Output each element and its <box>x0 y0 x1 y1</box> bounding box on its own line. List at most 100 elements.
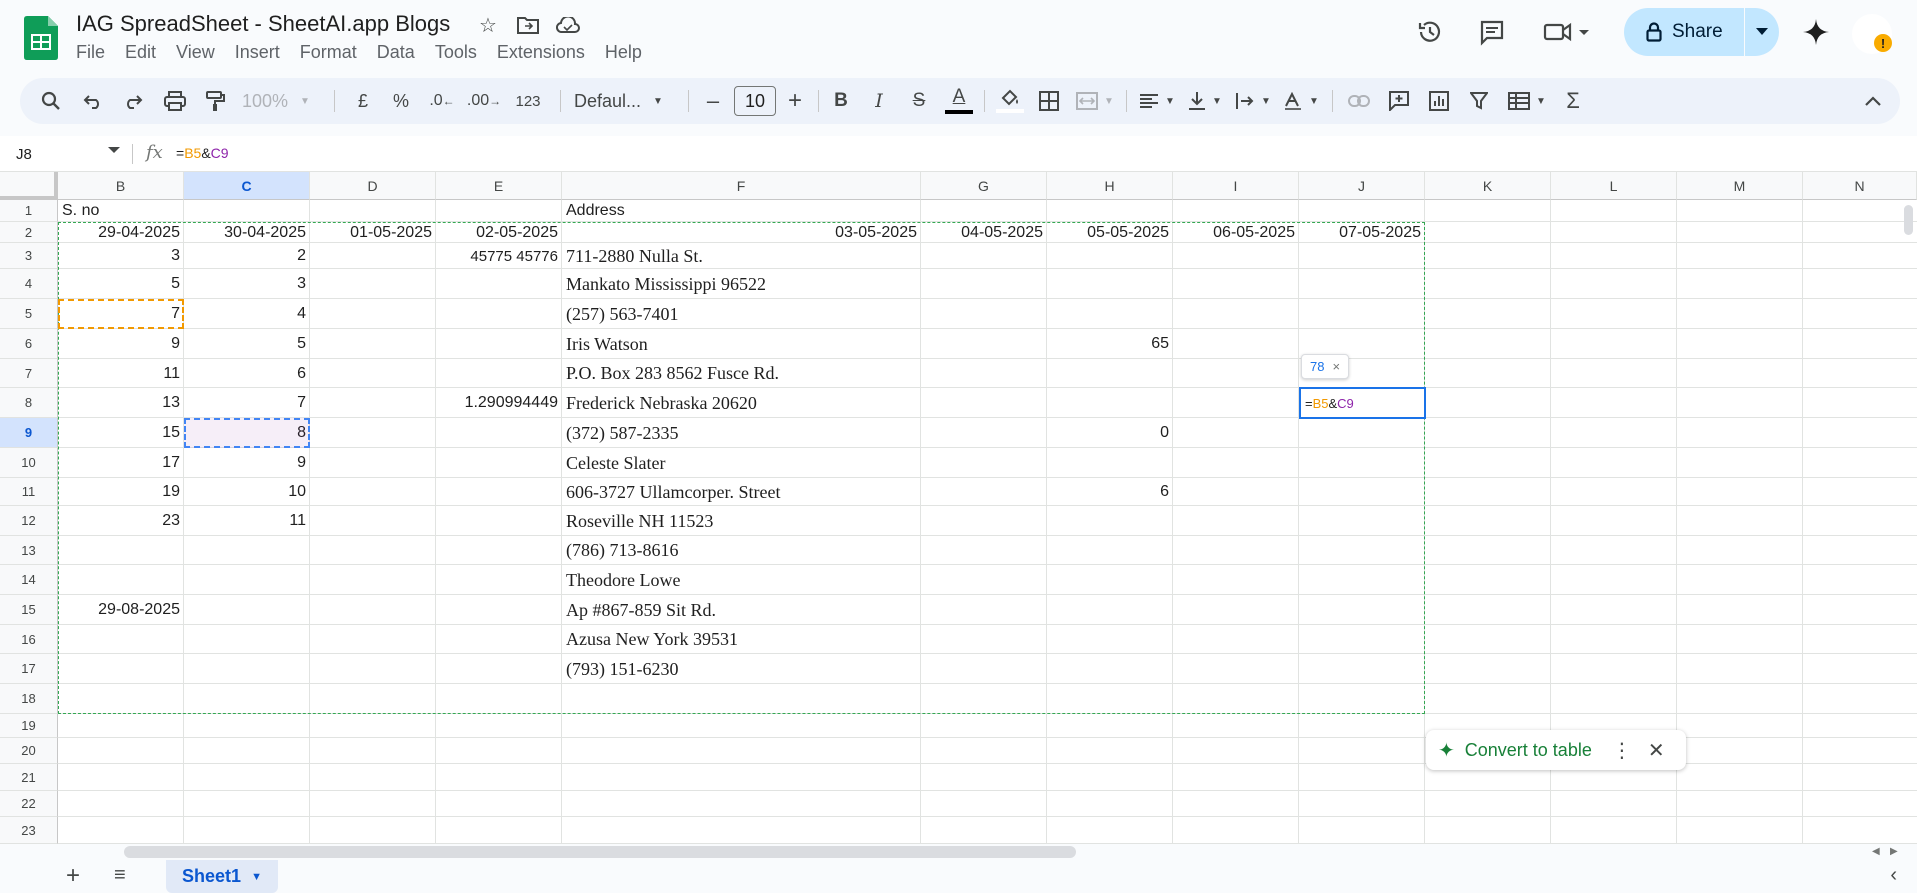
menu-help[interactable]: Help <box>605 40 652 65</box>
document-title[interactable]: IAG SpreadSheet - SheetAI.app Blogs <box>76 11 450 37</box>
cell-b3[interactable]: 3 <box>58 243 184 269</box>
horizontal-align-icon[interactable]: ▼ <box>1134 78 1180 124</box>
column-header-h[interactable]: H <box>1047 172 1173 200</box>
collapse-sidebar-icon[interactable]: ‹ <box>1890 864 1897 887</box>
fill-color-icon[interactable] <box>992 78 1028 124</box>
cell-h9[interactable]: 0 <box>1047 418 1173 448</box>
cell-f5[interactable]: (257) 563-7401 <box>562 299 921 329</box>
formula-input[interactable]: =B5&C9 <box>176 145 229 161</box>
cell-c5[interactable]: 4 <box>184 299 310 329</box>
scroll-left-icon[interactable]: ◀ <box>1872 846 1880 857</box>
cell-e2[interactable]: 02-05-2025 <box>436 222 562 243</box>
name-box[interactable]: J8 <box>16 141 124 167</box>
cell-c4[interactable]: 3 <box>184 269 310 299</box>
cell-c7[interactable]: 6 <box>184 359 310 388</box>
borders-icon[interactable] <box>1032 78 1066 124</box>
row-header-7[interactable]: 7 <box>0 359 58 388</box>
functions-button[interactable]: Σ <box>1556 78 1590 124</box>
cell-f7[interactable]: P.O. Box 283 8562 Fusce Rd. <box>562 359 921 388</box>
vertical-align-icon[interactable]: ▼ <box>1182 78 1228 124</box>
column-header-j[interactable]: J <box>1299 172 1425 200</box>
font-family-select[interactable]: Defaul... ▼ <box>574 78 686 124</box>
close-icon[interactable]: × <box>1332 359 1340 374</box>
convert-to-table-button[interactable]: Convert to table <box>1465 740 1592 761</box>
row-header-10[interactable]: 10 <box>0 448 58 478</box>
cell-f14[interactable]: Theodore Lowe <box>562 565 921 595</box>
row-header-16[interactable]: 16 <box>0 625 58 654</box>
menu-view[interactable]: View <box>176 40 225 65</box>
cell-b2[interactable]: 29-04-2025 <box>58 222 184 243</box>
row-header-23[interactable]: 23 <box>0 817 58 844</box>
row-header-21[interactable]: 21 <box>0 764 58 791</box>
scroll-right-icon[interactable]: ▶ <box>1890 846 1898 857</box>
row-header-9[interactable]: 9 <box>0 418 58 448</box>
row-header-8[interactable]: 8 <box>0 388 58 418</box>
account-avatar[interactable]: ! <box>1852 14 1892 54</box>
cell-f13[interactable]: (786) 713-8616 <box>562 536 921 565</box>
close-icon[interactable]: ✕ <box>1648 738 1665 763</box>
cell-h11[interactable]: 6 <box>1047 478 1173 506</box>
column-header-d[interactable]: D <box>310 172 436 200</box>
cell-f6[interactable]: Iris Watson <box>562 329 921 359</box>
cell-f10[interactable]: Celeste Slater <box>562 448 921 478</box>
meet-icon[interactable] <box>1538 8 1598 56</box>
cell-e8[interactable]: 1.290994449 <box>436 388 562 418</box>
print-icon[interactable] <box>158 78 192 124</box>
select-all-corner[interactable] <box>0 172 58 200</box>
row-header-3[interactable]: 3 <box>0 243 58 269</box>
cell-f11[interactable]: 606-3727 Ullamcorper. Street <box>562 478 921 506</box>
row-header-1[interactable]: 1 <box>0 200 58 222</box>
share-button[interactable]: Share <box>1624 8 1744 56</box>
cell-b6[interactable]: 9 <box>58 329 184 359</box>
sheet-tab[interactable]: Sheet1 ▼ <box>166 860 278 893</box>
share-dropdown-button[interactable] <box>1745 28 1779 36</box>
cell-f12[interactable]: Roseville NH 11523 <box>562 506 921 536</box>
menu-edit[interactable]: Edit <box>125 40 166 65</box>
column-header-g[interactable]: G <box>921 172 1047 200</box>
search-menus-icon[interactable] <box>34 78 68 124</box>
cell-b4[interactable]: 5 <box>58 269 184 299</box>
decrease-decimal-button[interactable]: .0 ← <box>424 78 460 124</box>
cell-h6[interactable]: 65 <box>1047 329 1173 359</box>
strikethrough-button[interactable]: S <box>902 78 936 124</box>
merge-cells-icon[interactable]: ▼ <box>1072 78 1118 124</box>
increase-decimal-button[interactable]: .00 → <box>466 78 502 124</box>
column-header-l[interactable]: L <box>1551 172 1677 200</box>
cell-c11[interactable]: 10 <box>184 478 310 506</box>
cell-b5[interactable]: 7 <box>58 299 184 329</box>
cell-c6[interactable]: 5 <box>184 329 310 359</box>
vertical-scrollbar[interactable] <box>1904 205 1913 235</box>
column-header-k[interactable]: K <box>1425 172 1551 200</box>
redo-icon[interactable] <box>116 78 150 124</box>
insert-link-icon[interactable] <box>1342 78 1376 124</box>
menu-file[interactable]: File <box>76 40 115 65</box>
cell-c9[interactable]: 8 <box>184 418 310 448</box>
star-icon[interactable]: ☆ <box>474 12 502 38</box>
column-header-e[interactable]: E <box>436 172 562 200</box>
cell-f9[interactable]: (372) 587-2335 <box>562 418 921 448</box>
text-rotation-icon[interactable]: ▼ <box>1278 78 1324 124</box>
menu-tools[interactable]: Tools <box>435 40 487 65</box>
row-header-20[interactable]: 20 <box>0 738 58 764</box>
row-header-18[interactable]: 18 <box>0 684 58 714</box>
percent-format-button[interactable]: % <box>386 78 416 124</box>
cell-e3[interactable]: 45775 45776 <box>436 243 562 269</box>
row-header-14[interactable]: 14 <box>0 565 58 595</box>
insert-comment-icon[interactable] <box>1382 78 1416 124</box>
row-header-4[interactable]: 4 <box>0 269 58 299</box>
version-history-icon[interactable] <box>1406 8 1454 56</box>
menu-insert[interactable]: Insert <box>235 40 290 65</box>
row-header-13[interactable]: 13 <box>0 536 58 565</box>
row-header-12[interactable]: 12 <box>0 506 58 536</box>
cell-b7[interactable]: 11 <box>58 359 184 388</box>
cell-g2[interactable]: 04-05-2025 <box>921 222 1047 243</box>
cell-h2[interactable]: 05-05-2025 <box>1047 222 1173 243</box>
increase-font-size-button[interactable]: + <box>778 78 812 124</box>
all-sheets-icon[interactable]: ≡ <box>114 864 126 887</box>
cell-f17[interactable]: (793) 151-6230 <box>562 654 921 684</box>
move-folder-icon[interactable] <box>514 12 542 38</box>
more-formats-button[interactable]: 123 <box>504 78 552 124</box>
row-header-15[interactable]: 15 <box>0 595 58 625</box>
row-header-2[interactable]: 2 <box>0 222 58 243</box>
cell-j2[interactable]: 07-05-2025 <box>1299 222 1425 243</box>
